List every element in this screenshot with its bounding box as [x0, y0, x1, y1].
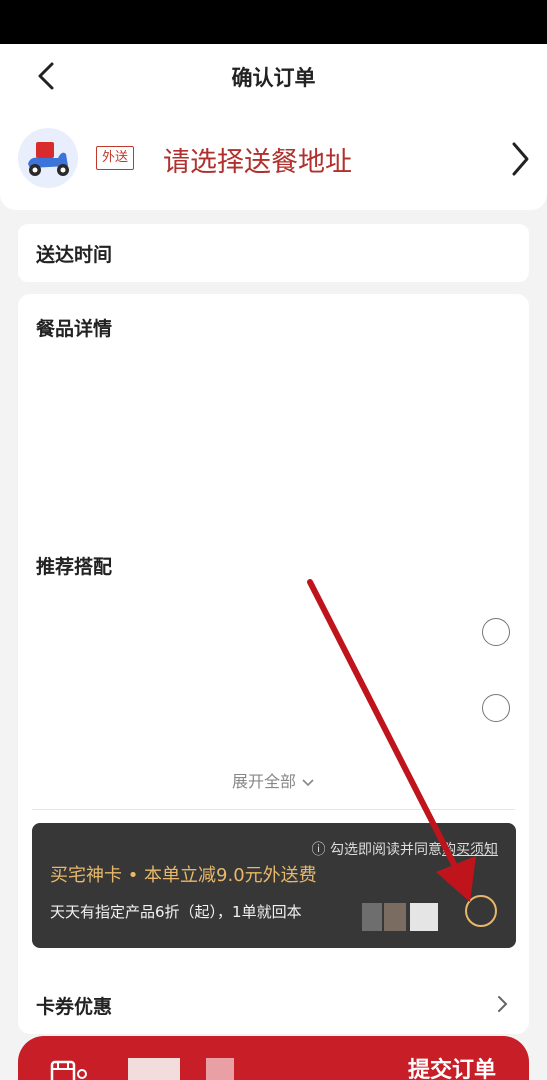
submit-bar: 提交订单	[18, 1036, 529, 1080]
blurred-price	[128, 1058, 180, 1080]
status-bar	[0, 0, 547, 44]
coupon-label[interactable]: 卡券优惠	[36, 992, 112, 1019]
blurred-image	[362, 903, 382, 931]
expand-all-button[interactable]: 展开全部	[18, 768, 529, 792]
address-selector[interactable]: 外送 请选择送餐地址	[0, 108, 547, 210]
purchase-terms-link[interactable]: 购买须知	[442, 842, 498, 858]
divider	[32, 809, 515, 810]
expand-all-label: 展开全部	[231, 772, 296, 791]
delivery-tag: 外送	[96, 146, 135, 170]
header: 确认订单	[0, 44, 547, 108]
scooter-icon	[18, 128, 78, 188]
details-label: 餐品详情	[36, 318, 113, 340]
chevron-down-icon	[302, 778, 314, 786]
member-notice-text: ⓘ 勾选即阅读并同意	[311, 842, 442, 858]
recommend-radio-1[interactable]	[482, 618, 510, 646]
member-headline: 买宅神卡 • 本单立减9.0元外送费	[50, 865, 317, 886]
chevron-right-icon[interactable]	[505, 138, 535, 180]
blurred-image	[384, 903, 406, 931]
recommend-radio-2[interactable]	[482, 694, 510, 722]
member-card-radio[interactable]	[465, 895, 497, 927]
page-title: 确认订单	[231, 66, 316, 90]
recommend-label: 推荐搭配	[36, 556, 113, 578]
cart-icon	[50, 1056, 94, 1080]
member-card-banner[interactable]: ⓘ 勾选即阅读并同意购买须知 买宅神卡 • 本单立减9.0元外送费 天天有指定产…	[32, 823, 516, 948]
member-notice[interactable]: ⓘ 勾选即阅读并同意购买须知	[312, 839, 498, 859]
submit-order-button[interactable]: 提交订单	[408, 1052, 496, 1080]
chevron-right-icon[interactable]	[496, 992, 510, 1016]
delivery-time-row[interactable]: 送达时间	[18, 224, 529, 282]
delivery-time-label: 送达时间	[36, 244, 113, 266]
member-subtext: 天天有指定产品6折（起），1单就回本	[50, 903, 302, 921]
address-prompt: 请选择送餐地址	[163, 147, 352, 178]
blurred-price	[206, 1058, 234, 1080]
blurred-image	[410, 903, 438, 931]
